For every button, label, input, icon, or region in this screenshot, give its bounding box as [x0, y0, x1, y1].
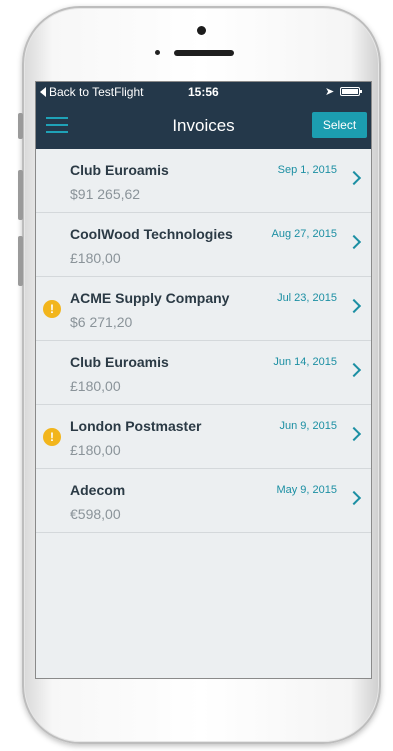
invoice-client-name: ACME Supply Company — [70, 290, 230, 306]
invoice-date: Jul 23, 2015 — [277, 292, 337, 304]
invoice-row[interactable]: ! London Postmaster £180,00 Jun 9, 2015 — [36, 405, 371, 469]
invoice-client-name: CoolWood Technologies — [70, 226, 233, 242]
invoice-amount: €598,00 — [70, 506, 121, 522]
status-bar: Back to TestFlight 15:56 ➤ — [36, 82, 371, 102]
invoice-amount: £180,00 — [70, 250, 121, 266]
back-to-testflight-link[interactable]: Back to TestFlight — [40, 85, 144, 99]
chevron-right-icon — [346, 234, 362, 250]
invoice-row[interactable]: CoolWood Technologies £180,00 Aug 27, 2015 — [36, 213, 371, 277]
battery-icon — [340, 87, 362, 96]
invoice-amount: £180,00 — [70, 378, 121, 394]
volume-up-button — [18, 170, 23, 220]
invoice-client-name: London Postmaster — [70, 418, 202, 434]
invoice-amount: $91 265,62 — [70, 186, 141, 202]
invoice-client-name: Club Euroamis — [70, 354, 169, 370]
invoice-list: Club Euroamis $91 265,62 Sep 1, 2015 CoolWo… — [36, 149, 371, 533]
volume-down-button — [18, 236, 23, 286]
front-camera — [197, 26, 206, 35]
warning-icon: ! — [43, 300, 61, 318]
chevron-right-icon — [346, 170, 362, 186]
location-arrow-icon: ➤ — [325, 86, 335, 98]
chevron-right-icon — [346, 362, 362, 378]
earpiece-speaker — [174, 50, 234, 56]
proximity-sensor — [155, 50, 160, 55]
home-area — [35, 680, 372, 730]
invoice-row[interactable]: Club Euroamis £180,00 Jun 14, 2015 — [36, 341, 371, 405]
invoice-date: Sep 1, 2015 — [277, 164, 337, 176]
nav-bar: Invoices Select — [36, 102, 371, 149]
back-label: Back to TestFlight — [49, 85, 144, 99]
chevron-right-icon — [346, 490, 362, 506]
select-button[interactable]: Select — [312, 112, 367, 138]
mute-switch — [18, 113, 23, 139]
invoice-amount: £180,00 — [70, 442, 121, 458]
invoice-date: Aug 27, 2015 — [271, 228, 337, 240]
invoice-row[interactable]: Club Euroamis $91 265,62 Sep 1, 2015 — [36, 149, 371, 213]
invoice-date: Jun 14, 2015 — [273, 356, 337, 368]
invoice-client-name: Club Euroamis — [70, 162, 169, 178]
invoice-date: May 9, 2015 — [276, 484, 337, 496]
invoice-row[interactable]: Adecom €598,00 May 9, 2015 — [36, 469, 371, 533]
back-arrow-icon — [40, 87, 46, 97]
invoice-row[interactable]: ! ACME Supply Company $6 271,20 Jul 23, 201… — [36, 277, 371, 341]
screen: Back to TestFlight 15:56 ➤ Invoices Sele… — [35, 81, 372, 679]
chevron-right-icon — [346, 426, 362, 442]
chevron-right-icon — [346, 298, 362, 314]
status-time: 15:56 — [188, 85, 219, 99]
invoice-amount: $6 271,20 — [70, 314, 133, 330]
warning-icon: ! — [43, 428, 61, 446]
invoice-client-name: Adecom — [70, 482, 126, 498]
invoice-date: Jun 9, 2015 — [279, 420, 338, 432]
